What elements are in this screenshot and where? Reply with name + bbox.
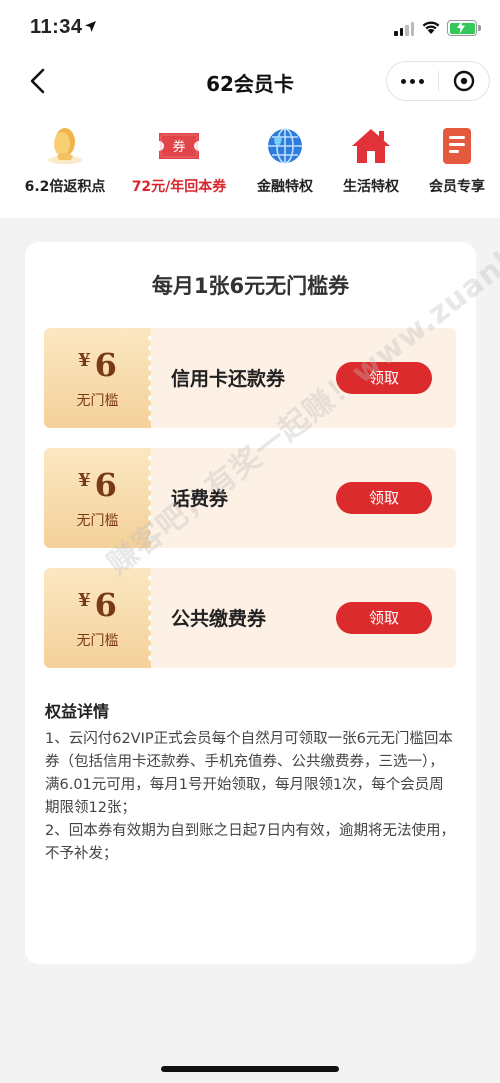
tab-label: 6.2倍返积点 [24, 179, 106, 195]
cellular-signal-icon [394, 22, 414, 36]
tab-label: 72元/年回本券 [131, 179, 227, 195]
coupon-amount: 6 [94, 466, 117, 504]
close-miniapp-button[interactable] [439, 61, 489, 101]
coupon-body: 信用卡还款券 领取 [151, 328, 456, 428]
more-options-button[interactable] [387, 61, 438, 101]
tab-points[interactable]: 6.2倍返积点 [15, 122, 115, 196]
coupon-item: ¥6 无门槛 信用卡还款券 领取 [44, 328, 456, 428]
close-circle-icon [453, 70, 475, 92]
tab-label: 金融特权 [257, 179, 313, 195]
coupon-value-stub: ¥6 无门槛 [44, 328, 151, 428]
tab-finance[interactable]: 金融特权 [235, 122, 335, 196]
coupon-amount: 6 [94, 346, 117, 384]
coupon-item: ¥6 无门槛 公共缴费券 领取 [44, 568, 456, 668]
coupon-name: 公共缴费券 [171, 608, 267, 630]
claim-button[interactable]: 领取 [336, 362, 432, 394]
currency-symbol: ¥ [78, 590, 91, 611]
globe-icon [268, 128, 302, 164]
tab-life[interactable]: 生活特权 [321, 122, 421, 196]
status-time: 11:34 [30, 16, 83, 38]
coupon-body: 话费券 领取 [151, 448, 456, 548]
tab-label: 会员专享 [429, 179, 485, 195]
miniapp-capsule [386, 61, 490, 101]
ticket-icon: 券 [159, 133, 199, 159]
coupon-body: 公共缴费券 领取 [151, 568, 456, 668]
rule-item: 1、云闪付62VIP正式会员每个自然月可领取一张6元无门槛回本券（包括信用卡还款… [45, 731, 453, 816]
document-icon [443, 128, 471, 164]
navigation-bar: 62会员卡 [0, 56, 500, 106]
tab-member-exclusive[interactable]: 会员专享 [407, 122, 500, 196]
coupon-value-stub: ¥6 无门槛 [44, 568, 151, 668]
battery-icon [447, 20, 481, 36]
coupon-condition: 无门槛 [76, 633, 119, 649]
coupon-value-stub: ¥6 无门槛 [44, 448, 151, 548]
ticket-icon-text: 券 [172, 139, 185, 155]
claim-button[interactable]: 领取 [336, 602, 432, 634]
rule-item: 2、回本券有效期为自到账之日起7日内有效，逾期将无法使用，不予补发； [45, 823, 455, 862]
card-title: 每月1张6元无门槛券 [151, 274, 350, 298]
home-indicator[interactable] [161, 1066, 339, 1072]
coupon-condition: 无门槛 [76, 393, 119, 409]
house-icon [352, 129, 390, 163]
location-arrow-icon [85, 21, 96, 32]
claim-button[interactable]: 领取 [336, 482, 432, 514]
tab-coupons[interactable]: 券 72元/年回本券 [129, 122, 229, 196]
coin-icon [48, 128, 82, 164]
coupon-card: 每月1张6元无门槛券 ¥6 无门槛 信用卡还款券 领取 ¥6 无门槛 话费券 领… [25, 242, 476, 964]
wifi-icon [422, 21, 440, 34]
rules-title: 权益详情 [45, 702, 110, 721]
coupon-name: 信用卡还款券 [171, 368, 286, 390]
more-dots-icon [401, 78, 406, 84]
rules-text: 1、云闪付62VIP正式会员每个自然月可领取一张6元无门槛回本券（包括信用卡还款… [45, 728, 457, 866]
coupon-item: ¥6 无门槛 话费券 领取 [44, 448, 456, 548]
benefit-tabs: 6.2倍返积点 券 72元/年回本券 金融特权 生活特权 会员专享 [0, 122, 500, 202]
status-bar: 11:34 [0, 0, 500, 56]
currency-symbol: ¥ [78, 350, 91, 371]
tab-label: 生活特权 [343, 179, 399, 195]
currency-symbol: ¥ [78, 470, 91, 491]
coupon-amount: 6 [94, 586, 117, 624]
coupon-condition: 无门槛 [76, 513, 119, 529]
coupon-name: 话费券 [171, 488, 229, 510]
